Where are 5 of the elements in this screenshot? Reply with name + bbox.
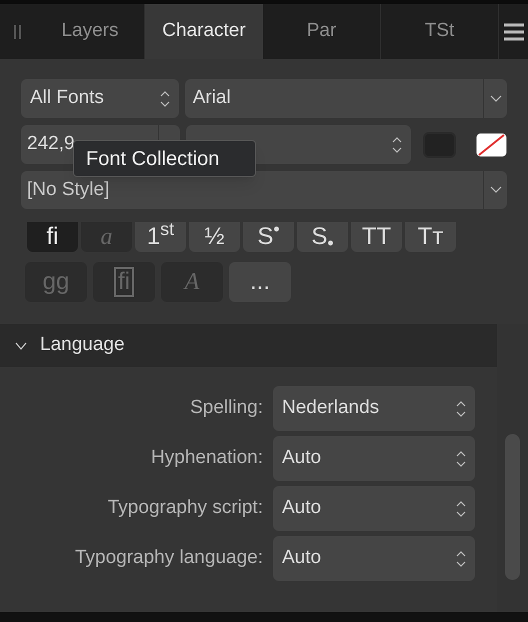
field-label: Typography language: bbox=[74, 546, 263, 570]
field-label: Hyphenation: bbox=[150, 446, 263, 470]
field-label: Spelling: bbox=[189, 396, 263, 420]
tooltip: Font Collection bbox=[73, 140, 256, 177]
field-label: Typography script: bbox=[106, 496, 263, 520]
